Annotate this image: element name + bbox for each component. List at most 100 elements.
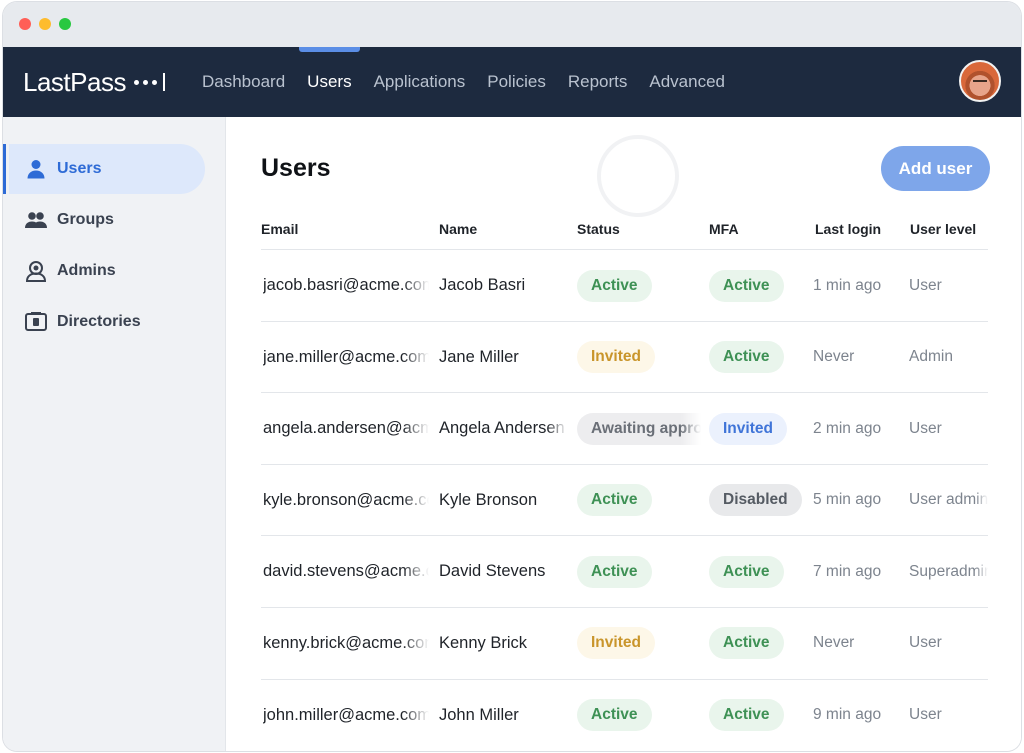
maximize-window-button[interactable]: [59, 18, 71, 30]
name-cell: Jane Miller: [439, 347, 519, 366]
logo-dots-icon: [133, 79, 161, 85]
nav-dashboard[interactable]: Dashboard: [191, 47, 296, 117]
email-cell: angela.andersen@acme.com: [263, 419, 429, 438]
mfa-cell: Active: [709, 536, 805, 607]
mfa-cell: Active: [709, 250, 805, 321]
user-level-cell: Admin: [909, 348, 953, 366]
column-header-status[interactable]: Status: [577, 221, 620, 237]
status-cell: Active: [577, 536, 701, 607]
sidebar: Users Groups Admins Directories: [3, 117, 226, 751]
users-table: Email Name Status MFA Last login User le…: [261, 207, 988, 751]
last-login-cell: 9 min ago: [813, 706, 882, 724]
sidebar-item-label: Directories: [57, 313, 141, 330]
main-nav: Dashboard Users Applications Policies Re…: [191, 47, 736, 117]
table-row[interactable]: jane.miller@acme.com Jane Miller Invited…: [261, 322, 988, 394]
sidebar-item-label: Admins: [57, 262, 116, 279]
email-cell: david.stevens@acme.com: [263, 562, 429, 581]
minimize-window-button[interactable]: [39, 18, 51, 30]
email-cell: jacob.basri@acme.com: [263, 276, 429, 294]
table-row[interactable]: david.stevens@acme.com David Stevens Act…: [261, 536, 988, 608]
status-cell: Active: [577, 465, 701, 536]
name-cell: Jacob Basri: [439, 276, 526, 294]
mfa-badge: Active: [709, 699, 784, 732]
status-badge: Awaiting approval: [577, 412, 701, 445]
table-header: Email Name Status MFA Last login User le…: [261, 207, 988, 250]
name-cell: David Stevens: [439, 562, 546, 581]
mfa-badge: Active: [709, 269, 784, 302]
status-cell: Awaiting approval: [577, 393, 701, 464]
sidebar-item-label: Groups: [57, 211, 114, 228]
status-badge: Active: [577, 484, 652, 517]
top-navigation-bar: LastPass Dashboard Users Applications Po…: [3, 47, 1021, 117]
logo-text: LastPass: [23, 66, 126, 97]
last-login-cell: Never: [813, 634, 855, 652]
status-cell: Active: [577, 250, 701, 321]
table-row[interactable]: kyle.bronson@acme.com Kyle Bronson Activ…: [261, 465, 988, 537]
lastpass-logo[interactable]: LastPass: [23, 65, 165, 99]
nav-applications[interactable]: Applications: [363, 47, 477, 117]
column-header-email[interactable]: Email: [261, 221, 298, 237]
user-level-cell: User: [909, 419, 942, 437]
mfa-badge: Disabled: [709, 484, 802, 517]
mfa-badge: Active: [709, 341, 784, 374]
table-row[interactable]: jacob.basri@acme.com Jacob Basri Active …: [261, 250, 988, 322]
user-level-cell: User admin: [909, 491, 988, 509]
table-row[interactable]: angela.andersen@acme.com Angela Andersen…: [261, 393, 988, 465]
email-cell: kenny.brick@acme.com: [263, 633, 429, 652]
status-badge: Invited: [577, 341, 655, 374]
mfa-cell: Invited: [709, 393, 805, 464]
status-cell: Active: [577, 680, 701, 751]
user-level-cell: User: [909, 706, 942, 724]
user-level-cell: User: [909, 276, 942, 294]
column-header-last-login[interactable]: Last login: [815, 221, 881, 237]
column-header-mfa[interactable]: MFA: [709, 221, 739, 237]
email-cell: john.miller@acme.com: [263, 705, 429, 724]
user-level-cell: User: [909, 634, 942, 652]
nav-users[interactable]: Users: [296, 47, 362, 117]
sidebar-item-groups[interactable]: Groups: [9, 195, 205, 245]
mfa-cell: Active: [709, 608, 805, 679]
status-badge: Active: [577, 699, 652, 732]
sidebar-item-label: Users: [57, 160, 102, 177]
mfa-cell: Active: [709, 322, 805, 393]
name-cell: Angela Andersen: [439, 419, 565, 438]
status-badge: Active: [577, 555, 652, 588]
last-login-cell: 5 min ago: [813, 491, 882, 509]
mfa-badge: Active: [709, 555, 784, 588]
name-cell: Kyle Bronson: [439, 490, 538, 509]
user-avatar[interactable]: [959, 60, 1001, 102]
mfa-cell: Disabled: [709, 465, 805, 536]
column-header-name[interactable]: Name: [439, 221, 477, 237]
name-cell: John Miller: [439, 705, 519, 724]
app-window: LastPass Dashboard Users Applications Po…: [3, 2, 1021, 751]
window-titlebar: [3, 2, 1021, 47]
email-cell: kyle.bronson@acme.com: [263, 490, 429, 509]
main-content: Users Add user Email Name Status MFA Las…: [227, 117, 1021, 751]
table-row[interactable]: john.miller@acme.com John Miller Active …: [261, 680, 988, 751]
admin-icon: [25, 260, 47, 282]
user-level-cell: Superadmin: [909, 562, 988, 580]
last-login-cell: 7 min ago: [813, 562, 882, 580]
mfa-badge: Invited: [709, 412, 787, 445]
email-cell: jane.miller@acme.com: [263, 347, 429, 366]
mfa-badge: Active: [709, 627, 784, 660]
status-badge: Invited: [577, 627, 655, 660]
column-header-user-level[interactable]: User level: [910, 221, 976, 237]
status-badge: Active: [577, 269, 652, 302]
last-login-cell: Never: [813, 348, 855, 366]
last-login-cell: 1 min ago: [813, 276, 882, 294]
status-cell: Invited: [577, 322, 701, 393]
nav-reports[interactable]: Reports: [557, 47, 639, 117]
user-icon: [25, 158, 47, 180]
page-title: Users: [261, 154, 331, 182]
close-window-button[interactable]: [19, 18, 31, 30]
table-row[interactable]: kenny.brick@acme.com Kenny Brick Invited…: [261, 608, 988, 680]
logo-cursor-icon: [162, 73, 165, 91]
sidebar-item-directories[interactable]: Directories: [9, 297, 205, 347]
last-login-cell: 2 min ago: [813, 419, 882, 437]
sidebar-item-users[interactable]: Users: [3, 144, 205, 194]
sidebar-item-admins[interactable]: Admins: [9, 246, 205, 296]
nav-policies[interactable]: Policies: [476, 47, 557, 117]
add-user-button[interactable]: Add user: [881, 146, 990, 191]
nav-advanced[interactable]: Advanced: [638, 47, 736, 117]
